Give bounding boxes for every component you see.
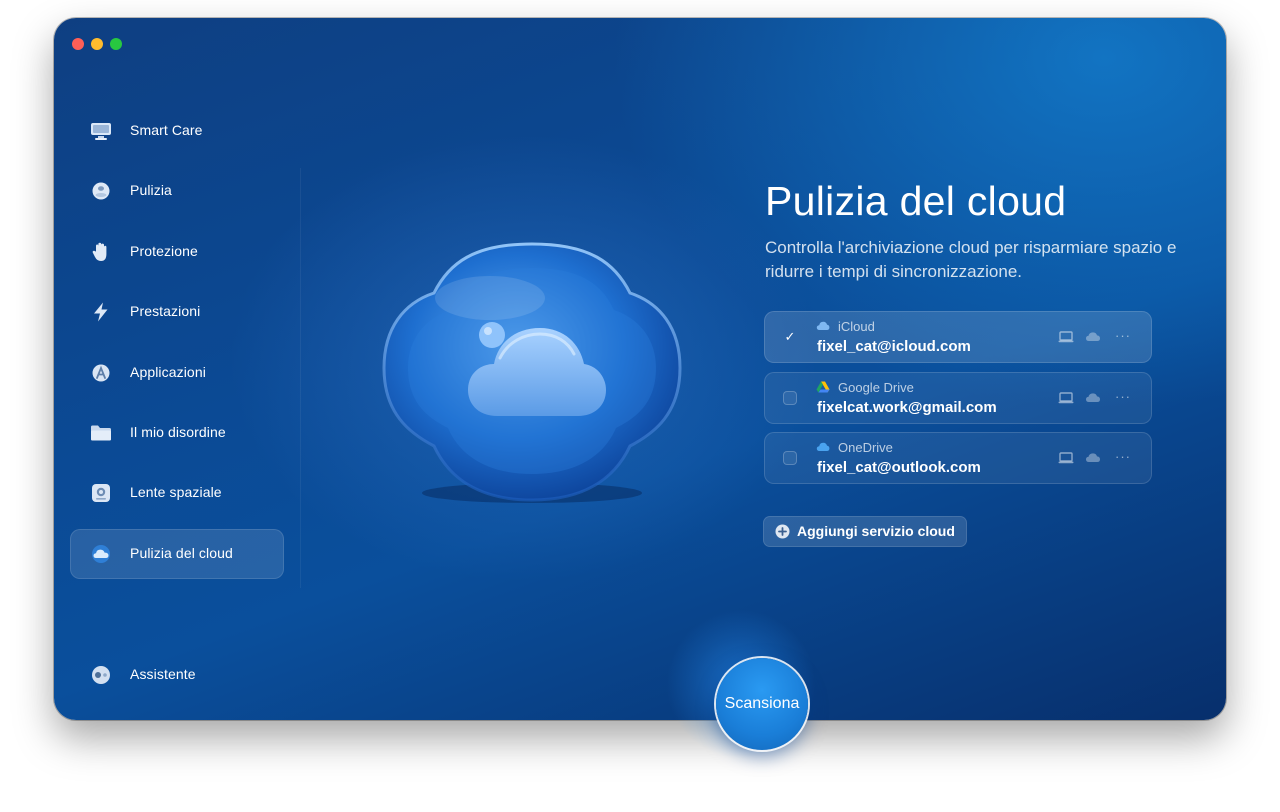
sidebar-item-assistente[interactable]: Assistente bbox=[70, 650, 284, 700]
plus-circle-icon bbox=[775, 524, 790, 539]
laptop-icon[interactable] bbox=[1058, 330, 1074, 344]
cloud-sync-icon[interactable] bbox=[1085, 391, 1101, 405]
sidebar-item-label: Lente spaziale bbox=[130, 484, 222, 501]
onedrive-icon bbox=[816, 442, 830, 451]
account-checkbox[interactable] bbox=[783, 451, 797, 465]
minimize-window-button[interactable] bbox=[91, 38, 103, 50]
cloud-sync-icon[interactable] bbox=[1085, 330, 1101, 344]
account-email: fixel_cat@icloud.com bbox=[817, 338, 971, 355]
monitor-icon bbox=[91, 123, 111, 140]
laptop-icon[interactable] bbox=[1058, 451, 1074, 465]
account-service-name: iCloud bbox=[838, 319, 875, 334]
sidebar-item-pulizia[interactable]: Pulizia bbox=[70, 166, 284, 216]
google-drive-icon bbox=[816, 381, 830, 393]
add-cloud-service-button[interactable]: Aggiungi servizio cloud bbox=[763, 516, 967, 547]
sidebar-item-prestazioni[interactable]: Prestazioni bbox=[70, 287, 284, 337]
assistant-icon bbox=[92, 666, 110, 684]
folder-icon bbox=[91, 425, 111, 441]
account-email: fixel_cat@outlook.com bbox=[817, 459, 981, 476]
sidebar: Smart Care Pulizia Protezione Prestazion… bbox=[70, 106, 284, 589]
window-controls bbox=[72, 38, 122, 50]
cloud-icon bbox=[92, 544, 110, 563]
sidebar-item-label: Prestazioni bbox=[130, 303, 201, 320]
more-options-button[interactable]: ··· bbox=[1115, 449, 1135, 464]
sidebar-item-smart-care[interactable]: Smart Care bbox=[70, 106, 284, 156]
cloud-account-row-google-drive[interactable]: Google Drive fixelcat.work@gmail.com ··· bbox=[764, 372, 1152, 424]
account-service-name: OneDrive bbox=[838, 440, 893, 455]
sidebar-item-label: Pulizia del cloud bbox=[130, 544, 233, 561]
page-title: Pulizia del cloud bbox=[765, 178, 1067, 224]
add-cloud-service-label: Aggiungi servizio cloud bbox=[797, 523, 955, 539]
more-options-button[interactable]: ··· bbox=[1115, 328, 1135, 343]
applications-icon bbox=[92, 364, 110, 382]
sidebar-item-label: Pulizia bbox=[130, 182, 172, 199]
hand-icon bbox=[92, 242, 107, 261]
app-window: Smart Care Pulizia Protezione Prestazion… bbox=[54, 18, 1226, 720]
sidebar-item-protezione[interactable]: Protezione bbox=[70, 227, 284, 277]
sidebar-item-il-mio-disordine[interactable]: Il mio disordine bbox=[70, 408, 284, 458]
sidebar-item-label: Il mio disordine bbox=[130, 423, 226, 440]
account-email: fixelcat.work@gmail.com bbox=[817, 399, 997, 416]
cleanup-sphere-icon bbox=[92, 182, 110, 200]
account-checkbox[interactable]: ✓ bbox=[783, 330, 797, 344]
close-window-button[interactable] bbox=[72, 38, 84, 50]
account-checkbox[interactable] bbox=[783, 391, 797, 405]
sidebar-item-label: Assistente bbox=[130, 666, 196, 682]
sidebar-item-lente-spaziale[interactable]: Lente spaziale bbox=[70, 468, 284, 518]
sidebar-item-label: Smart Care bbox=[130, 122, 203, 138]
more-options-button[interactable]: ··· bbox=[1115, 389, 1135, 404]
account-service-name: Google Drive bbox=[838, 380, 914, 395]
page-subtitle: Controlla l'archiviazione cloud per risp… bbox=[765, 238, 1177, 281]
space-lens-icon bbox=[92, 484, 110, 503]
cloud-cleanup-illustration bbox=[382, 242, 682, 503]
lightning-icon bbox=[94, 302, 108, 322]
sidebar-item-label: Protezione bbox=[130, 242, 198, 259]
sidebar-item-label: Applicazioni bbox=[130, 363, 206, 380]
cloud-sync-icon[interactable] bbox=[1085, 451, 1101, 465]
sidebar-divider bbox=[300, 168, 301, 588]
zoom-window-button[interactable] bbox=[110, 38, 122, 50]
cloud-account-row-onedrive[interactable]: OneDrive fixel_cat@outlook.com ··· bbox=[764, 432, 1152, 484]
laptop-icon[interactable] bbox=[1058, 391, 1074, 405]
scan-button[interactable]: Scansiona bbox=[716, 658, 808, 750]
cloud-account-row-icloud[interactable]: ✓ iCloud fixel_cat@icloud.com ··· bbox=[764, 311, 1152, 363]
sidebar-item-pulizia-del-cloud[interactable]: Pulizia del cloud bbox=[70, 528, 284, 579]
icloud-icon bbox=[816, 321, 830, 330]
sidebar-item-applicazioni[interactable]: Applicazioni bbox=[70, 348, 284, 398]
